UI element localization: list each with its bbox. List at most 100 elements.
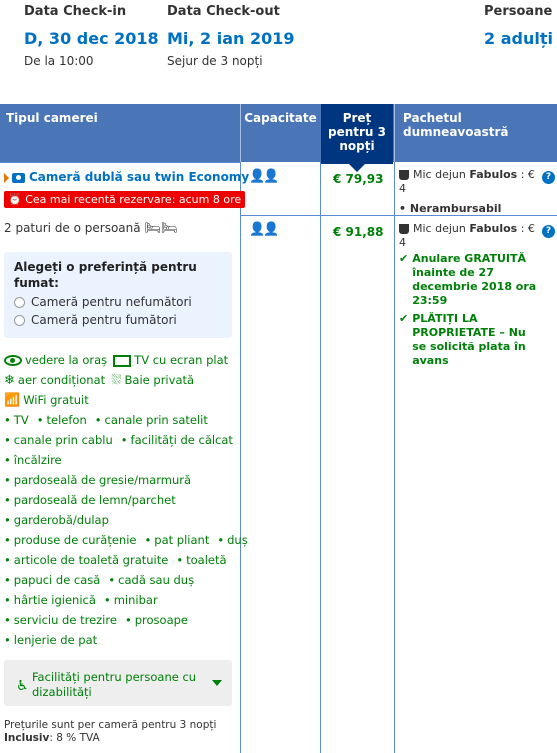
bullet-icon: • [144,533,152,547]
facility-item: WiFi gratuit [23,393,89,407]
facility-item: duș [227,533,248,547]
footnote-line: Prețurile sunt per cameră pentru 3 nopți [4,719,217,731]
room-title-text: Cameră dublă sau twin Economy [29,170,250,184]
facility-item: aer condiționat [17,373,106,387]
room-table-header: Tipul camerei Capacitate Preț pentru 3 n… [0,104,557,172]
bullet-icon: • [94,413,102,427]
facility-item: canale prin satelit [104,413,208,427]
checkin-date[interactable]: D, 30 dec 2018 [24,29,159,48]
guests-block: Persoane 2 adulți [484,4,553,48]
meal-prefix: Mic dejun [413,222,470,235]
column-divider [320,162,321,753]
facility-row: • lenjerie de pat [4,630,240,650]
header-price[interactable]: Preț pentru 3 nopți [321,104,393,172]
room-name-link[interactable]: Cameră dublă sau twin Economy [4,170,249,184]
bullet-icon: • [4,613,11,627]
meal-name: Fabulos [469,222,518,235]
single-bed-icon: 🛏 [144,221,161,236]
offer-package: Mic dejun Fabulos : € 4 • Nerambursabil [399,168,541,216]
facility-item: toaletă [186,553,227,567]
chevron-down-icon[interactable] [212,680,222,686]
recent-booking-text: Cea mai recentă rezervare: acum 8 ore [25,193,242,206]
checkin-label: Data Check-in [24,4,127,19]
header-capacity: Capacitate [240,104,320,162]
facility-item: telefon [46,413,87,427]
checkout-label: Data Check-out [167,4,280,19]
facility-row: • pardoseală de gresie/marmură [4,470,240,490]
bullet-icon: • [36,413,44,427]
checkmark-icon: ✔ [399,312,409,325]
single-bed-icon: 🛏 [160,221,178,236]
help-icon[interactable]: ? [542,225,555,238]
help-icon[interactable]: ? [542,171,555,184]
facility-item: papuci de casă [13,573,101,587]
row-divider [0,162,240,163]
wheelchair-icon: ♿ [16,678,29,694]
meal-prefix: Mic dejun [413,168,470,181]
alarm-clock-icon: ⏰ [8,193,26,206]
bullet-icon: • [217,533,225,547]
bullet-icon: • [4,553,11,567]
beds-text: 2 paturi de o persoană [4,221,141,235]
radio-circle-icon[interactable] [14,296,25,308]
facility-list: • TV • telefon • canale prin satelit • canale p… [4,410,248,650]
facility-row: • serviciu de trezire • prosoape [4,610,240,630]
guests-label: Persoane [484,4,553,19]
offer-package: Mic dejun Fabulos : € 4 ✔ Anulare GRATUIT… [399,222,541,368]
wifi-icon: 📶 [4,392,21,408]
two-persons-icon: 👤👤 [249,222,279,237]
facility-row: • canale prin cablu • facilități de călcat [4,430,240,450]
facility-item: hârtie igienică [13,593,96,607]
facility-item: prosoape [134,613,188,627]
facility-item: pardoseală de gresie/marmură [13,473,192,487]
facility-item: vedere la oraș [25,353,108,367]
stay-length: Sejur de 3 nopți [167,54,263,68]
meal-name: Fabulos [469,168,518,181]
footnote-vat: : 8 % TVA [49,732,100,744]
bullet-icon: • [4,413,11,427]
smoking-preference-box: Alegeți o preferință pentru fumat: Camer… [4,252,232,338]
bullet-icon: • [103,593,111,607]
bullet-icon: • [108,573,116,587]
facility-item: încălzire [13,453,62,467]
camera-icon [12,172,25,183]
radio-smoking[interactable]: Cameră pentru fumători [14,313,222,327]
coffee-cup-icon [399,224,409,234]
bed-info: 2 paturi de o persoană 🛏🛏 [4,221,177,236]
column-divider [240,162,241,753]
eye-icon [4,355,22,366]
offer-price: € 79,93 [333,172,384,186]
price-footnote: Prețurile sunt per cameră pentru 3 nopți… [4,719,216,745]
accessibility-dropdown[interactable]: ♿ Facilități pentru persoane cu dizabili… [4,660,232,706]
checkout-date[interactable]: Mi, 2 ian 2019 [167,29,295,48]
radio-circle-icon[interactable] [14,314,25,326]
bullet-icon: • [4,513,11,527]
facility-row: • hârtie igienică • minibar [4,590,240,610]
radio-non-smoking[interactable]: Cameră pentru nefumători [14,295,222,309]
facility-row: • produse de curățenie • pat pliant • duș [4,530,248,550]
bullet-icon: • [176,553,184,567]
booking-summary: Data Check-in D, 30 dec 2018 De la 10:00… [0,0,557,104]
offer-condition: Nerambursabil [409,202,502,215]
facility-item: facilități de călcat [130,433,233,447]
radio-label: Cameră pentru nefumători [31,295,192,309]
guests-value[interactable]: 2 adulți [484,29,553,48]
bullet-icon: • [4,573,11,587]
facility-item: produse de curățenie [13,533,137,547]
bullet-icon: • [399,202,410,215]
accessibility-label: Facilități pentru persoane cu dizabilită… [32,670,197,699]
offer-price: € 91,88 [333,225,384,239]
facility-item: lenjerie de pat [13,633,98,647]
bullet-icon: • [4,533,11,547]
facility-row: • încălzire [4,450,240,470]
facility-item: canale prin cablu [13,433,113,447]
bullet-icon: • [4,633,11,647]
coffee-cup-icon [399,170,409,180]
bullet-icon: • [4,593,11,607]
facility-item: Baie privată [124,373,195,387]
facility-row: • articole de toaletă gratuite • toaletă [4,550,240,570]
checkmark-icon: ✔ [399,252,409,265]
two-persons-icon: 👤👤 [249,169,279,184]
facility-item: garderobă/dulap [13,513,109,527]
facility-item: pat pliant [154,533,210,547]
